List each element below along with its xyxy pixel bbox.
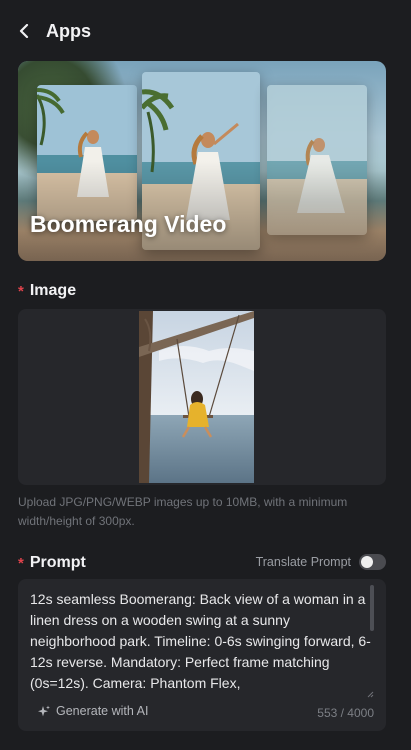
translate-prompt-control: Translate Prompt — [256, 554, 386, 570]
required-mark: * — [18, 554, 24, 572]
sparkle-icon — [37, 705, 50, 718]
toggle-knob — [361, 556, 373, 568]
translate-prompt-toggle[interactable] — [359, 554, 386, 570]
banner-title: Boomerang Video — [30, 211, 227, 237]
prompt-section-label: * Prompt — [18, 554, 86, 572]
header: Apps — [18, 18, 91, 44]
prompt-textarea[interactable]: 12s seamless Boomerang: Back view of a w… — [30, 589, 372, 693]
generate-with-ai-button[interactable]: Generate with AI — [37, 704, 148, 718]
translate-prompt-label: Translate Prompt — [255, 555, 351, 569]
generate-with-ai-label: Generate with AI — [56, 704, 149, 718]
prompt-label: Prompt — [29, 554, 86, 571]
chevron-left-icon[interactable] — [18, 18, 38, 44]
required-mark: * — [18, 282, 24, 300]
resize-grip-icon[interactable] — [366, 685, 374, 698]
image-upload-area[interactable] — [18, 309, 386, 485]
prompt-scrollbar[interactable] — [370, 585, 374, 631]
page-title: Apps — [46, 20, 91, 41]
app-banner: Boomerang Video — [18, 61, 386, 261]
image-section-label: * Image — [18, 282, 76, 300]
uploaded-image — [139, 311, 254, 483]
character-counter: 553 / 4000 — [317, 706, 374, 720]
image-label: Image — [29, 282, 77, 299]
prompt-field[interactable]: 12s seamless Boomerang: Back view of a w… — [18, 579, 386, 731]
upload-hint: Upload JPG/PNG/WEBP images up to 10MB, w… — [18, 495, 348, 528]
